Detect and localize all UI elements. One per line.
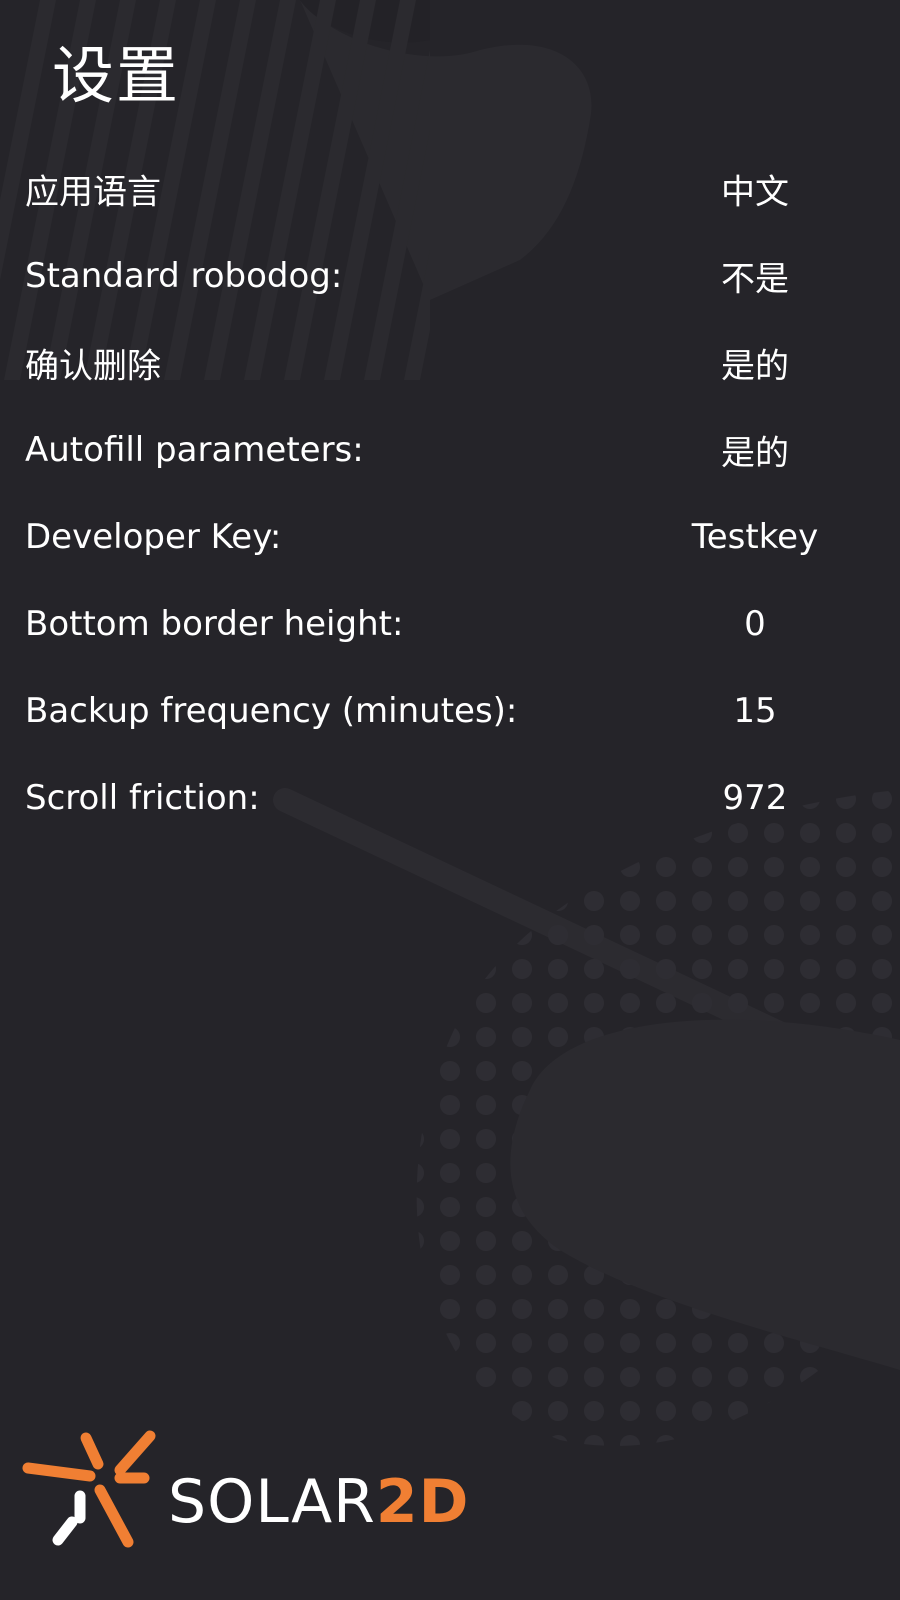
solar2d-sunburst-icon bbox=[22, 1430, 156, 1548]
setting-value[interactable]: 972 bbox=[640, 778, 870, 818]
page-title: 设置 bbox=[52, 39, 181, 112]
setting-label: 确认删除 bbox=[25, 346, 161, 386]
settings-list: 应用语言 中文 Standard robodog: 不是 确认删除 是的 Aut… bbox=[0, 145, 900, 841]
setting-row-autofill-parameters[interactable]: Autofill parameters: 是的 bbox=[0, 406, 900, 493]
setting-row-scroll-friction[interactable]: Scroll friction: 972 bbox=[0, 754, 900, 841]
setting-label: Autofill parameters: bbox=[25, 429, 364, 470]
settings-screen: 设置 应用语言 中文 Standard robodog: 不是 确认删除 是的 … bbox=[0, 0, 900, 1600]
setting-row-developer-key[interactable]: Developer Key: Testkey bbox=[0, 493, 900, 580]
setting-value[interactable]: 是的 bbox=[640, 425, 870, 474]
solar2d-logo: SOLAR2D bbox=[20, 1430, 468, 1580]
setting-value[interactable]: 是的 bbox=[640, 338, 870, 387]
setting-value[interactable]: 中文 bbox=[640, 164, 870, 213]
setting-label: 应用语言 bbox=[25, 172, 161, 212]
setting-label: Scroll friction: bbox=[25, 777, 260, 818]
solar2d-wordmark: SOLAR2D bbox=[168, 1462, 469, 1542]
setting-label: Bottom border height: bbox=[25, 603, 404, 644]
setting-row-bottom-border-height[interactable]: Bottom border height: 0 bbox=[0, 580, 900, 667]
setting-label: Backup frequency (minutes): bbox=[25, 690, 518, 731]
setting-row-standard-robodog[interactable]: Standard robodog: 不是 bbox=[0, 232, 900, 319]
setting-value[interactable]: 不是 bbox=[640, 251, 870, 300]
setting-label: Standard robodog: bbox=[25, 255, 343, 296]
setting-row-confirm-delete[interactable]: 确认删除 是的 bbox=[0, 319, 900, 406]
setting-row-app-language[interactable]: 应用语言 中文 bbox=[0, 145, 900, 232]
setting-row-backup-frequency[interactable]: Backup frequency (minutes): 15 bbox=[0, 667, 900, 754]
brand-name-part1: SOLAR bbox=[168, 1467, 376, 1537]
setting-value[interactable]: 0 bbox=[640, 604, 870, 644]
setting-value[interactable]: Testkey bbox=[640, 517, 870, 557]
setting-value[interactable]: 15 bbox=[640, 691, 870, 731]
setting-label: Developer Key: bbox=[25, 516, 282, 557]
brand-name-part2: 2D bbox=[375, 1467, 470, 1537]
